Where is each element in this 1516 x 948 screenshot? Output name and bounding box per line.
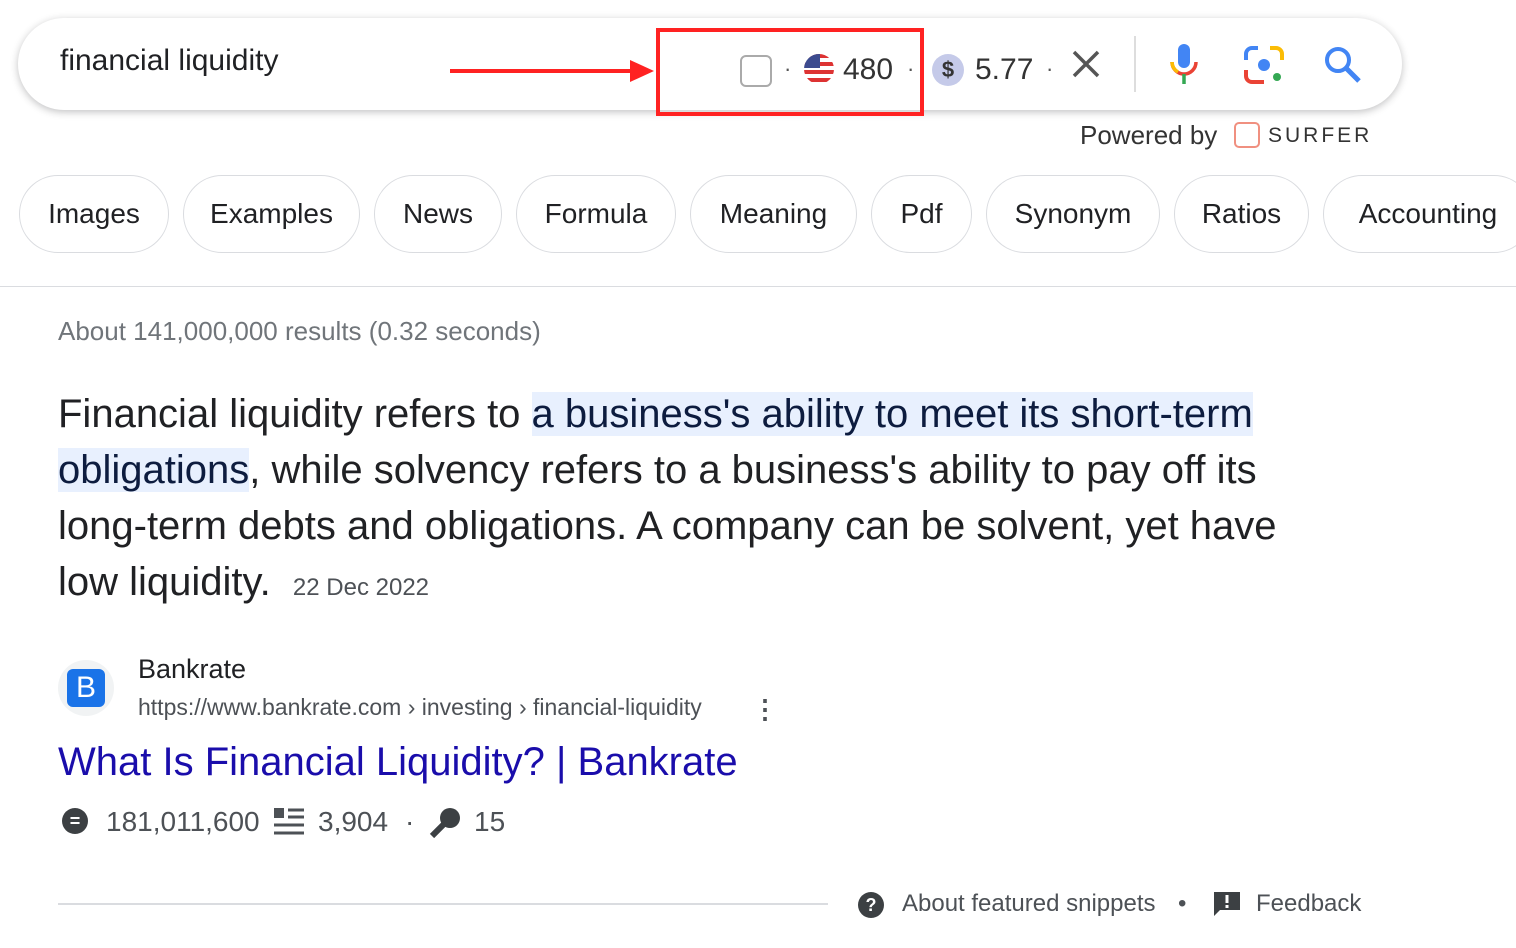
feedback-link[interactable]: Feedback — [1256, 890, 1361, 918]
divider — [58, 903, 828, 905]
result-url[interactable]: https://www.bankrate.com › investing › f… — [138, 694, 702, 721]
powered-by-label: Powered by — [1080, 120, 1218, 150]
about-snippets-link[interactable]: About featured snippets — [902, 890, 1156, 918]
dollar-icon: $ — [932, 54, 964, 86]
chip-news[interactable]: News — [374, 175, 502, 253]
bankrate-favicon: B — [67, 669, 105, 707]
chip-ratios[interactable]: Ratios — [1174, 175, 1309, 253]
chip-pdf[interactable]: Pdf — [871, 175, 972, 253]
chip-synonym[interactable]: Synonym — [986, 175, 1160, 253]
key-icon — [429, 808, 460, 838]
separator: · — [1046, 56, 1054, 81]
camera-lens-icon[interactable] — [1244, 46, 1284, 84]
chip-formula[interactable]: Formula — [516, 175, 676, 253]
clear-icon[interactable] — [1072, 50, 1100, 78]
help-icon[interactable]: ? — [858, 892, 884, 918]
snippet-highlight: a business's ability to meet its short-t… — [531, 392, 1253, 436]
surfer-brand[interactable]: SURFER — [1268, 124, 1372, 148]
traffic-value: 181,011,600 — [106, 806, 260, 837]
site-name[interactable]: Bankrate — [138, 654, 246, 685]
chip-images[interactable]: Images — [19, 175, 169, 253]
separator: • — [1178, 890, 1187, 917]
separator: · — [784, 56, 792, 81]
separator: · — [405, 806, 415, 837]
annotation-arrow — [450, 60, 654, 82]
featured-snippet: Financial liquidity refers to a business… — [58, 386, 1338, 616]
search-volume: 480 — [843, 53, 894, 86]
word-count-icon — [274, 808, 304, 835]
search-input[interactable]: financial liquidity — [60, 44, 278, 78]
divider — [0, 286, 1516, 287]
chip-meaning[interactable]: Meaning — [690, 175, 857, 253]
chip-examples[interactable]: Examples — [183, 175, 360, 253]
snippet-text: Financial liquidity refers to — [58, 392, 532, 436]
keyword-checkbox[interactable] — [740, 55, 772, 87]
us-flag-icon — [804, 54, 834, 84]
snippet-highlight: obligations — [58, 448, 250, 492]
keywords-value: 15 — [474, 806, 506, 837]
snippet-date: 22 Dec 2022 — [292, 574, 430, 601]
more-options-icon[interactable]: ⋮ — [752, 694, 778, 725]
result-title-link[interactable]: What Is Financial Liquidity? | Bankrate — [58, 740, 738, 785]
feedback-icon[interactable] — [1214, 892, 1240, 916]
word-count-value: 3,904 — [318, 806, 389, 837]
divider — [1134, 36, 1136, 92]
result-stats: About 141,000,000 results (0.32 seconds) — [58, 316, 541, 346]
separator: · — [907, 56, 915, 81]
microphone-icon[interactable] — [1168, 44, 1200, 86]
surfer-logo-icon — [1234, 122, 1260, 148]
search-icon[interactable] — [1324, 46, 1362, 84]
traffic-icon: = — [62, 808, 88, 834]
chip-accounting[interactable]: Accounting — [1323, 175, 1516, 253]
cpc-value: 5.77 — [975, 53, 1034, 86]
